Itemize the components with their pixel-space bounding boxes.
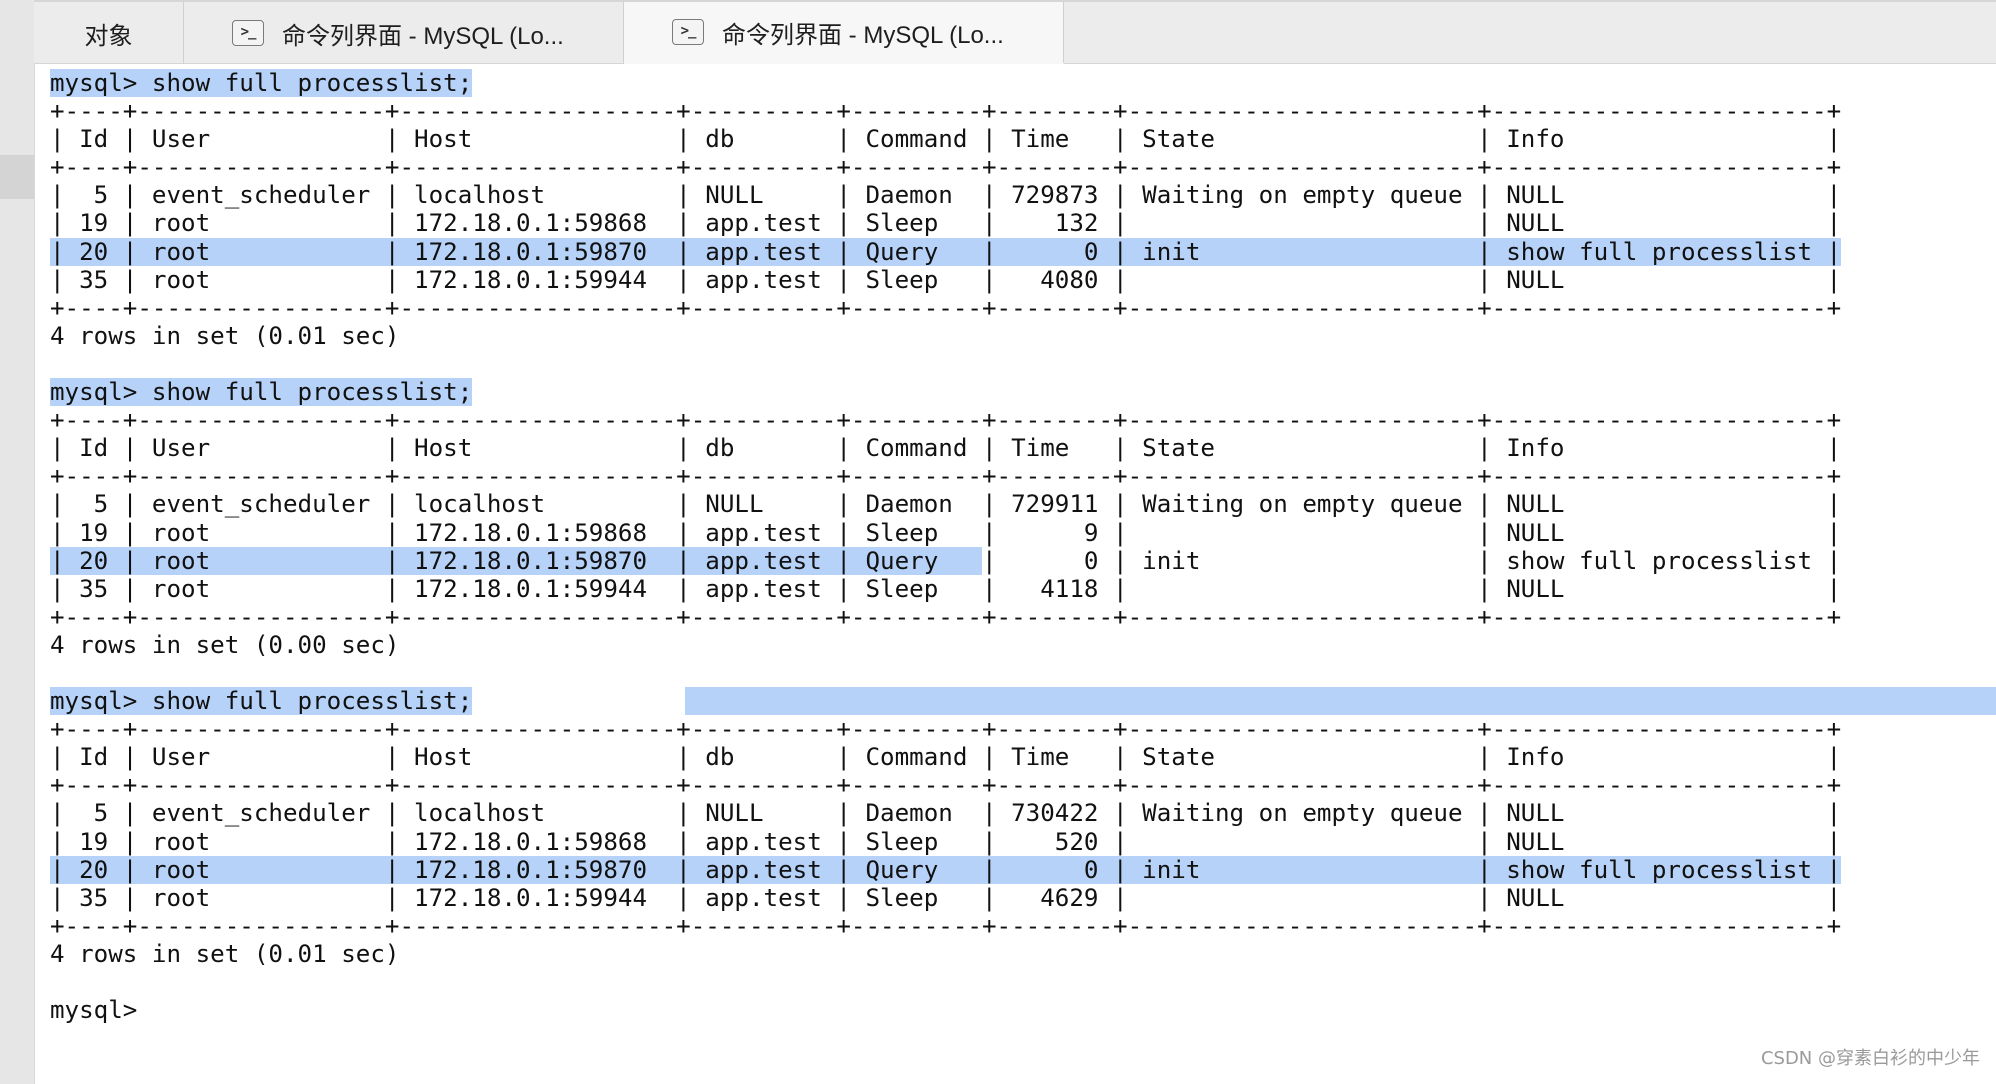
table-row: | 35 | root | 172.18.0.1:59944 | app.tes…	[50, 574, 1842, 603]
tab-bar: 对象 >_ 命令列界面 - MySQL (Lo... >_ 命令列界面 - My…	[34, 0, 1996, 64]
prompt: mysql>	[50, 69, 138, 97]
table-border: +----+-----------------+----------------…	[50, 97, 1842, 126]
table-row: | 5 | event_scheduler | localhost | NULL…	[50, 799, 1842, 828]
input-prompt[interactable]: mysql>	[50, 996, 1996, 1024]
table-row: | 5 | event_scheduler | localhost | NULL…	[50, 181, 1842, 210]
table-row: | 35 | root | 172.18.0.1:59944 | app.tes…	[50, 883, 1842, 912]
table-border: +----+-----------------+----------------…	[50, 406, 1842, 435]
table-border: +----+-----------------+----------------…	[50, 911, 1842, 940]
prompt: mysql>	[50, 687, 138, 716]
result-footer: 4 rows in set (0.01 sec)	[50, 939, 400, 968]
table-row-selected: | 20 | root | 172.18.0.1:59870 | app.tes…	[50, 237, 1996, 266]
command-line: mysql> show full processlist;	[50, 69, 1996, 97]
prompt: mysql>	[50, 996, 138, 1025]
table-row: | 35 | root | 172.18.0.1:59944 | app.tes…	[50, 265, 1842, 294]
table-row-partial-selected: | 20 | root | 172.18.0.1:59870 | app.tes…	[50, 546, 1996, 575]
table-border: +----+-----------------+----------------…	[50, 602, 1842, 631]
tab-mysql-console-1[interactable]: >_ 命令列界面 - MySQL (Lo...	[184, 2, 624, 64]
row-highlight: | 20 | root | 172.18.0.1:59870 | app.tes…	[50, 855, 1842, 884]
table-row: | 19 | root | 172.18.0.1:59868 | app.tes…	[50, 518, 1842, 547]
tab-mysql-console-2[interactable]: >_ 命令列界面 - MySQL (Lo...	[624, 2, 1064, 64]
tab-label: 命令列界面 - MySQL (Lo...	[282, 22, 564, 50]
table-border: +----+-----------------+----------------…	[50, 153, 1842, 182]
row-highlight: | 20 | root | 172.18.0.1:59870 | app.tes…	[50, 546, 982, 575]
row-highlight: | 20 | root | 172.18.0.1:59870 | app.tes…	[50, 237, 1842, 266]
command-text: show full processlist;	[137, 69, 473, 97]
command-text: show full processlist;	[137, 687, 473, 716]
table-row: | 19 | root | 172.18.0.1:59868 | app.tes…	[50, 827, 1842, 856]
selected-command: mysql> show full processlist;	[50, 378, 473, 407]
line-selection-extension	[685, 687, 1996, 716]
result-footer: 4 rows in set (0.00 sec)	[50, 630, 400, 659]
table-header: | Id | User | Host | db | Command | Time…	[50, 743, 1842, 772]
tab-label: 对象	[84, 22, 133, 50]
tab-label: 命令列界面 - MySQL (Lo...	[722, 21, 1004, 49]
result-footer: 4 rows in set (0.01 sec)	[50, 321, 400, 350]
table-row: | 19 | root | 172.18.0.1:59868 | app.tes…	[50, 209, 1842, 238]
command-line: mysql> show full processlist;	[50, 378, 1996, 407]
left-gutter	[0, 0, 35, 1084]
watermark: CSDN @穿素白衫的中少年	[1760, 1048, 1980, 1069]
selected-command: mysql> show full processlist;	[50, 69, 473, 97]
command-text: show full processlist;	[137, 378, 473, 407]
terminal-output[interactable]: mysql> show full processlist; +----+----…	[50, 69, 1996, 1024]
table-row: | 5 | event_scheduler | localhost | NULL…	[50, 490, 1842, 519]
gutter-marker	[0, 155, 34, 199]
table-border: +----+-----------------+----------------…	[50, 715, 1842, 744]
tab-objects[interactable]: 对象	[34, 2, 184, 64]
row-remainder: | 0 | init | show full processlist |	[981, 546, 1842, 575]
table-border: +----+-----------------+----------------…	[50, 462, 1842, 491]
table-border: +----+-----------------+----------------…	[50, 293, 1842, 322]
table-border: +----+-----------------+----------------…	[50, 771, 1842, 800]
terminal-icon: >_	[232, 20, 264, 46]
prompt: mysql>	[50, 378, 138, 407]
table-row-selected: | 20 | root | 172.18.0.1:59870 | app.tes…	[50, 855, 1996, 884]
table-header: | Id | User | Host | db | Command | Time…	[50, 125, 1842, 154]
command-line: mysql> show full processlist;	[50, 687, 1996, 716]
terminal-icon: >_	[672, 19, 704, 45]
table-header: | Id | User | Host | db | Command | Time…	[50, 434, 1842, 463]
selected-command: mysql> show full processlist;	[50, 687, 473, 716]
